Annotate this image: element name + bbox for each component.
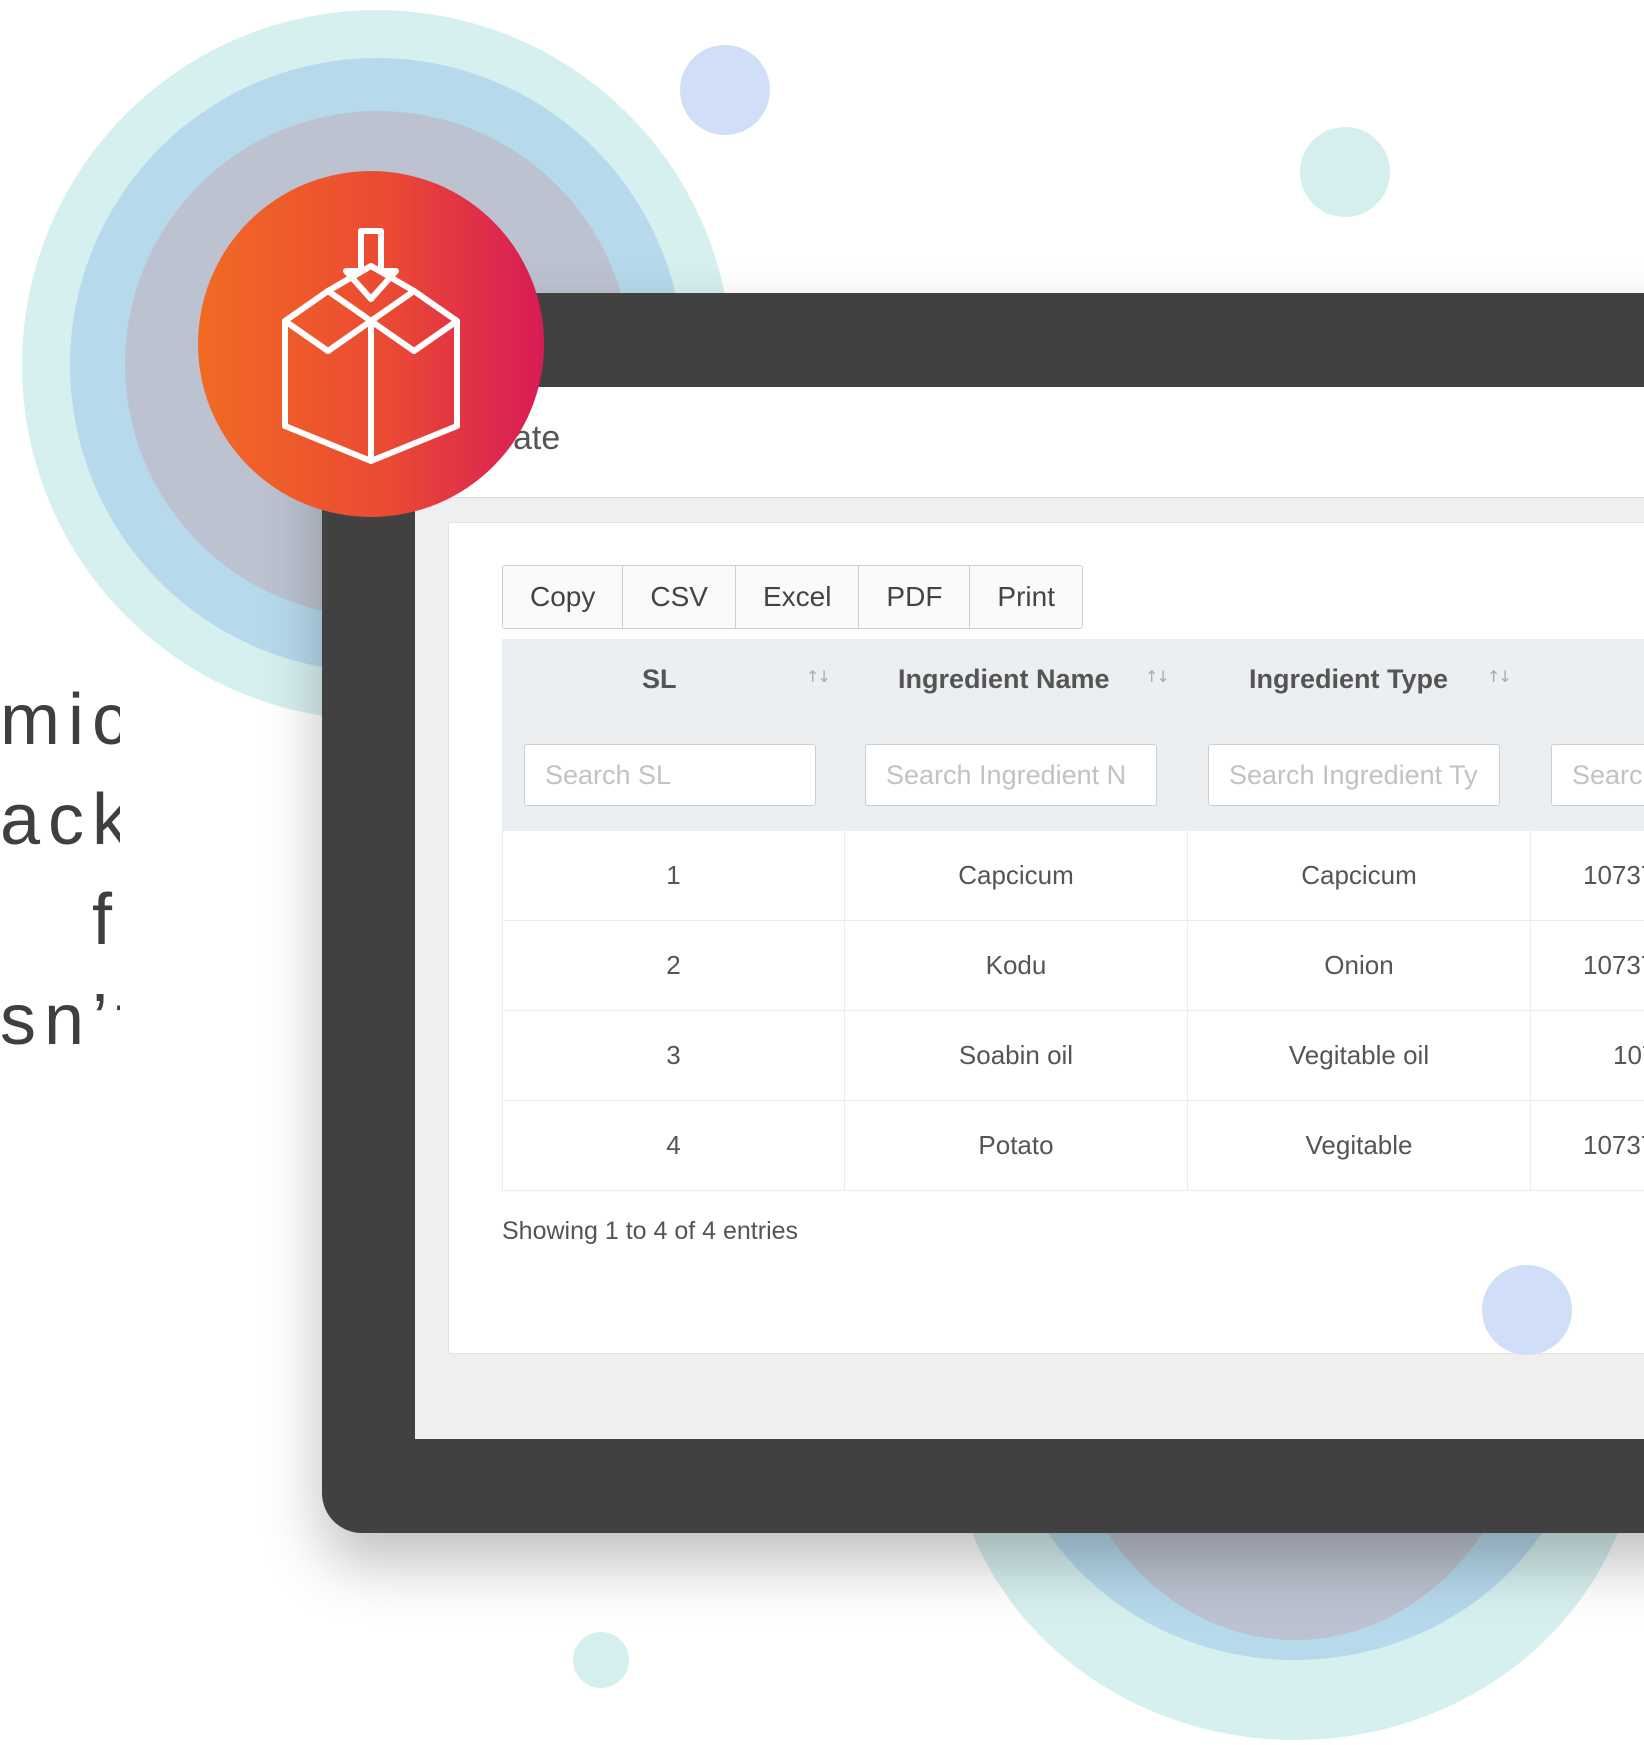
decor-dot (680, 45, 770, 135)
csv-button[interactable]: CSV (623, 566, 736, 628)
search-column-4-input[interactable] (1551, 744, 1644, 806)
sort-arrows-icon[interactable]: ↑↓ (806, 667, 831, 686)
search-ingredient-type-input[interactable] (1208, 744, 1500, 806)
feature-description-text: mic ack f sn’t (0, 670, 120, 1070)
search-sl-input[interactable] (524, 744, 816, 806)
cell-sl: 1 (502, 831, 844, 920)
decor-dot (1300, 127, 1390, 217)
app-screen: ate Copy CSV Excel PDF Print SL ↑↓ Ingre… (415, 387, 1644, 1439)
table-row[interactable]: 3 Soabin oil Vegitable oil 107 (502, 1011, 1644, 1101)
feature-text-line: mic (0, 680, 120, 760)
cell-sl: 3 (502, 1011, 844, 1100)
table-row[interactable]: 1 Capcicum Capcicum 10737 (502, 831, 1644, 921)
cell-column-4: 10737 (1530, 831, 1644, 920)
table-body: 1 Capcicum Capcicum 10737 2 Kodu Onion 1… (502, 831, 1644, 1191)
decor-dot (1482, 1265, 1572, 1355)
cell-ingredient-name: Potato (844, 1101, 1187, 1190)
print-button[interactable]: Print (970, 566, 1082, 628)
column-header-ingredient-name[interactable]: Ingredient Name (898, 639, 1110, 719)
export-button-group: Copy CSV Excel PDF Print (502, 565, 1083, 629)
feature-badge (198, 171, 544, 517)
cell-sl: 2 (502, 921, 844, 1010)
cell-ingredient-type: Capcicum (1187, 831, 1530, 920)
column-header-ingredient-type[interactable]: Ingredient Type (1249, 639, 1448, 719)
table-header: SL ↑↓ Ingredient Name ↑↓ Ingredient Type… (502, 639, 1644, 831)
package-download-icon (282, 228, 460, 464)
table-info-text: Showing 1 to 4 of 4 entries (502, 1217, 799, 1245)
sort-arrows-icon[interactable]: ↑↓ (1145, 667, 1170, 686)
cell-ingredient-type: Onion (1187, 921, 1530, 1010)
table-row[interactable]: 4 Potato Vegitable 10737 (502, 1101, 1644, 1191)
feature-text-line: sn’t (0, 980, 120, 1060)
cell-column-4: 107 (1530, 1011, 1644, 1100)
page-header: ate (415, 387, 1644, 498)
feature-text-line: f (91, 880, 120, 960)
cell-ingredient-name: Soabin oil (844, 1011, 1187, 1100)
cell-ingredient-name: Kodu (844, 921, 1187, 1010)
cell-ingredient-type: Vegitable (1187, 1101, 1530, 1190)
cell-ingredient-name: Capcicum (844, 831, 1187, 920)
excel-button[interactable]: Excel (736, 566, 860, 628)
pdf-button[interactable]: PDF (859, 566, 971, 628)
cell-sl: 4 (502, 1101, 844, 1190)
sort-arrows-icon[interactable]: ↑↓ (1487, 667, 1512, 686)
column-header-sl[interactable]: SL (642, 639, 677, 719)
table-row[interactable]: 2 Kodu Onion 10737 (502, 921, 1644, 1011)
cell-column-4: 10737 (1530, 921, 1644, 1010)
copy-button[interactable]: Copy (503, 566, 624, 628)
feature-text-line: ack (0, 780, 120, 860)
decor-dot (573, 1632, 629, 1688)
cell-ingredient-type: Vegitable oil (1187, 1011, 1530, 1100)
search-ingredient-name-input[interactable] (865, 744, 1157, 806)
cell-column-4: 10737 (1530, 1101, 1644, 1190)
